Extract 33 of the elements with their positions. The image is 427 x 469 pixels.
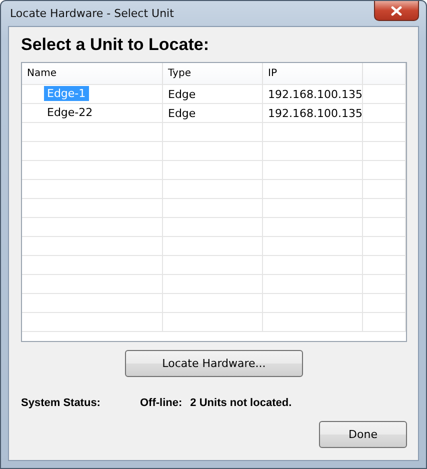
table-cell [363,313,406,332]
close-button[interactable] [374,1,419,21]
table-cell [363,218,406,237]
window-title: Locate Hardware - Select Unit [9,6,174,20]
table-cell [363,142,406,161]
table-cell [363,275,406,294]
table-cell [363,199,406,218]
dialog-heading: Select a Unit to Locate: [21,35,210,55]
table-cell [363,123,406,142]
status-label: System Status: [21,397,102,409]
locate-hardware-button[interactable]: Locate Hardware... [125,350,303,377]
column-header[interactable]: IP [263,63,363,85]
table-cell [363,180,406,199]
table-cell [363,237,406,256]
table-cell [363,161,406,180]
table-cell: Edge [163,104,263,123]
table-cell [363,294,406,313]
unit-row[interactable]: Edge-22 [22,104,163,123]
table-cell: Edge [163,85,263,104]
status-state: Off-line: [140,397,182,409]
table-cell: 192.168.100.135 [263,104,363,123]
table-cell [363,256,406,275]
column-header[interactable]: Type [163,63,263,85]
close-icon [391,6,402,16]
table-cell [363,104,406,123]
table-cell: 192.168.100.135 [263,85,363,104]
table-cell: Edge-1 [44,86,89,101]
table-cell-text: Edge-22 [46,105,94,120]
column-header [363,63,406,85]
table-cell [363,85,406,104]
done-button[interactable]: Done [319,421,407,448]
status-message: 2 Units not located. [190,397,292,409]
column-header[interactable]: Name [22,63,163,85]
